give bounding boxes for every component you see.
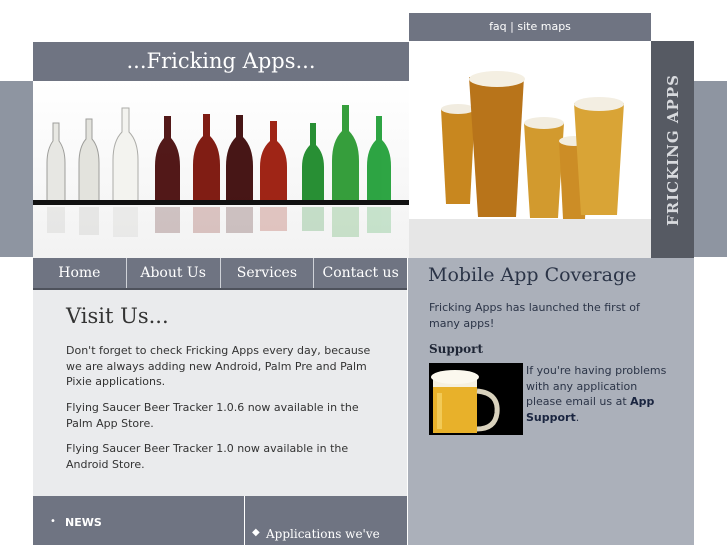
android-news-paragraph: Flying Saucer Beer Tracker 1.0 now avail… <box>66 442 349 471</box>
site-title: ...Fricking Apps... <box>33 42 409 81</box>
bottles-banner-image <box>33 81 409 258</box>
palm-news-paragraph: Flying Saucer Beer Tracker 1.0.6 now ava… <box>66 401 359 430</box>
mobile-app-coverage-heading: Mobile App Coverage <box>428 264 637 286</box>
applications-section: ◆ Applications we've <box>245 496 407 545</box>
sidebar-intro: Fricking Apps has launched the first of … <box>429 301 640 330</box>
news-label[interactable]: NEWS <box>65 516 102 529</box>
news-section: • NEWS <box>33 496 244 545</box>
applications-label[interactable]: Applications we've <box>266 527 380 541</box>
support-heading: Support <box>429 342 484 356</box>
main-nav: Home About Us Services Contact us <box>33 258 407 290</box>
nav-home[interactable]: Home <box>33 258 127 288</box>
support-period: . <box>575 410 580 424</box>
beer-glasses-image <box>409 41 651 258</box>
site-maps-link[interactable]: site maps <box>517 20 571 33</box>
support-text: If you're having problems with any appli… <box>526 363 676 425</box>
fricking-apps-vertical-banner: FRICKING APPS <box>651 41 694 258</box>
nav-contact-us[interactable]: Contact us <box>314 258 407 288</box>
top-links-bar: faq | site maps <box>409 13 651 41</box>
top-links-separator: | <box>506 20 518 33</box>
applications-bullet-icon: ◆ <box>252 527 260 538</box>
nav-about-us[interactable]: About Us <box>127 258 221 288</box>
main-content: Visit Us... Don't forget to check Fricki… <box>33 290 407 496</box>
left-side-band <box>0 81 33 257</box>
right-side-band <box>694 81 727 257</box>
intro-paragraph: Don't forget to check Fricking Apps ever… <box>66 344 371 388</box>
news-bullet-icon: • <box>50 516 56 527</box>
vertical-banner-text: FRICKING APPS <box>663 73 682 226</box>
beer-mug-image <box>429 363 523 435</box>
nav-services[interactable]: Services <box>221 258 315 288</box>
sidebar: Mobile App Coverage Fricking Apps has la… <box>408 258 694 545</box>
visit-us-heading: Visit Us... <box>66 304 169 328</box>
faq-link[interactable]: faq <box>489 20 507 33</box>
